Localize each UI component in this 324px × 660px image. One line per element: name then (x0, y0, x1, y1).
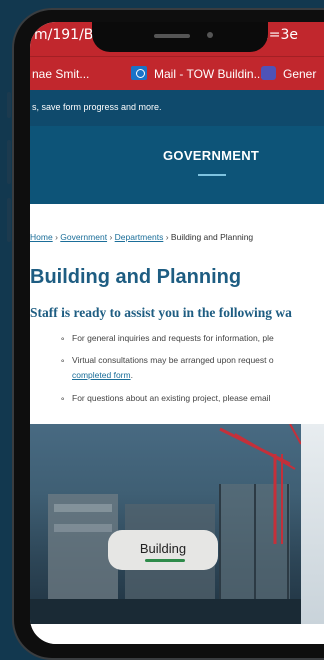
camera-icon (207, 32, 213, 38)
phone-screen: m/191/B lkid=3e nae Smit... Mail - TOW B… (30, 22, 324, 644)
speaker-icon (154, 34, 190, 38)
breadcrumb-separator: › (109, 232, 113, 242)
bookmarks-bar: nae Smit... Mail - TOW Buildin... Gener (30, 56, 324, 90)
card-accent-bar (145, 559, 185, 562)
breadcrumb-current: Building and Planning (170, 232, 254, 242)
assist-subheading: Staff is ready to assist you in the foll… (30, 305, 292, 320)
construction-site-illustration (30, 424, 301, 624)
page-title: Building and Planning (30, 266, 242, 288)
phone-volume-down-button (7, 198, 11, 242)
nav-title[interactable]: GOVERNMENT (163, 148, 259, 163)
url-text-left: m/191/B (34, 27, 94, 43)
bookmark-item-general[interactable]: Gener (283, 67, 316, 81)
info-banner: s, save form progress and more. (30, 90, 324, 126)
breadcrumb-separator: › (55, 232, 58, 242)
next-card-preview[interactable] (301, 424, 324, 624)
phone-volume-up-button (7, 140, 11, 184)
completed-form-link[interactable]: completed form (72, 370, 131, 380)
phone-mute-button (7, 92, 11, 118)
breadcrumb: Home › Government › Departments › Buildi… (30, 232, 253, 242)
breadcrumb-departments-link[interactable]: Departments (115, 232, 164, 242)
breadcrumb-separator: › (165, 232, 169, 242)
building-hero-image[interactable]: Building (30, 424, 301, 624)
building-card-label: Building (139, 541, 187, 556)
teams-icon (261, 66, 276, 80)
info-banner-text: s, save form progress and more. (32, 102, 162, 112)
bookmark-item-mail[interactable]: Mail - TOW Buildin... (154, 67, 264, 81)
page-bottom (30, 624, 324, 644)
breadcrumb-government-link[interactable]: Government (60, 232, 107, 242)
breadcrumb-home-link[interactable]: Home (30, 232, 53, 242)
building-card-button[interactable]: Building (108, 530, 218, 570)
government-nav[interactable]: GOVERNMENT (30, 126, 324, 204)
outlook-icon (131, 66, 147, 80)
phone-notch (92, 22, 268, 52)
nav-underline (198, 174, 226, 176)
bookmark-item-1[interactable]: nae Smit... (32, 67, 89, 81)
